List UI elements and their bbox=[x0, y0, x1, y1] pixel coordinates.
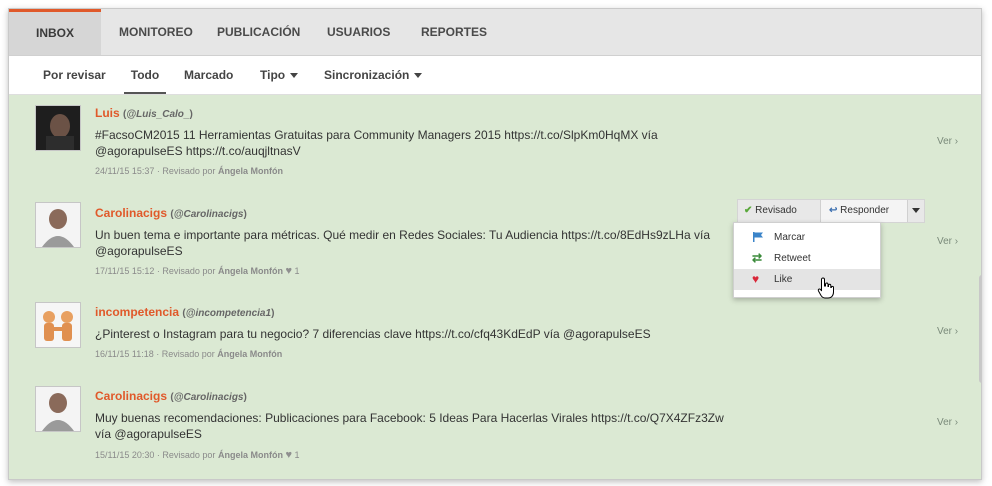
avatar[interactable] bbox=[35, 202, 81, 248]
filter-marcado[interactable]: Marcado bbox=[184, 56, 233, 94]
author-name[interactable]: Luis bbox=[95, 106, 120, 120]
filter-todo[interactable]: Todo bbox=[124, 56, 166, 94]
ver-link[interactable]: Ver › bbox=[937, 326, 958, 337]
author-name[interactable]: incompetencia bbox=[95, 305, 179, 319]
menu-item-like[interactable]: ♥ Like bbox=[734, 269, 880, 290]
chevron-right-icon: › bbox=[954, 326, 959, 337]
author-handle: (@Carolinacigs) bbox=[170, 209, 247, 220]
flag-icon bbox=[752, 227, 764, 248]
chevron-right-icon: › bbox=[954, 236, 959, 247]
message-meta: 24/11/15 15:37 · Revisado por Ángela Mon… bbox=[95, 166, 283, 176]
app-frame: INBOX MONITOREO PUBLICACIÓN USUARIOS REP… bbox=[8, 8, 982, 480]
avatar[interactable] bbox=[35, 386, 81, 432]
sub-navigation: Por revisar Todo Marcado Tipo Sincroniza… bbox=[9, 56, 981, 95]
more-actions-dropdown[interactable] bbox=[912, 200, 920, 222]
hand-cursor-icon bbox=[817, 277, 835, 304]
message-text: #FacsoCM2015 11 Herramientas Gratuitas p… bbox=[95, 128, 658, 158]
ver-link[interactable]: Ver › bbox=[937, 417, 958, 428]
message-text: ¿Pinterest o Instagram para tu negocio? … bbox=[95, 327, 651, 341]
message-text: Un buen tema e importante para métricas.… bbox=[95, 228, 710, 258]
tab-publicacion[interactable]: PUBLICACIÓN bbox=[217, 9, 300, 55]
responder-button[interactable]: ↩ Responder bbox=[820, 200, 908, 222]
chevron-down-icon bbox=[290, 73, 299, 79]
revisado-button[interactable]: ✔ Revisado bbox=[744, 200, 797, 222]
avatar[interactable] bbox=[35, 302, 81, 348]
heart-icon: ♥ bbox=[752, 272, 760, 286]
scrollbar[interactable] bbox=[979, 275, 981, 383]
filter-sincronizacion-label: Sincronización bbox=[324, 68, 410, 82]
filter-por-revisar[interactable]: Por revisar bbox=[43, 56, 106, 94]
menu-item-retweet[interactable]: ⇄ Retweet bbox=[734, 248, 880, 269]
author-name[interactable]: Carolinacigs bbox=[95, 206, 167, 220]
author-name[interactable]: Carolinacigs bbox=[95, 389, 167, 403]
filter-tipo[interactable]: Tipo bbox=[260, 56, 299, 94]
message-text: Muy buenas recomendaciones: Publicacione… bbox=[95, 411, 724, 441]
menu-item-marcar[interactable]: Marcar bbox=[734, 227, 880, 248]
chevron-right-icon: › bbox=[954, 417, 959, 428]
top-navigation: INBOX MONITOREO PUBLICACIÓN USUARIOS REP… bbox=[9, 9, 981, 56]
ver-link[interactable]: Ver › bbox=[937, 136, 958, 147]
check-icon: ✔ bbox=[744, 205, 753, 216]
actions-menu: Marcar ⇄ Retweet ♥ Like bbox=[733, 222, 881, 298]
message-meta: 15/11/15 20:30 · Revisado por Ángela Mon… bbox=[95, 449, 300, 461]
tab-monitoreo[interactable]: MONITOREO bbox=[119, 9, 193, 55]
ver-link[interactable]: Ver › bbox=[937, 236, 958, 247]
author-handle: (@Carolinacigs) bbox=[170, 392, 247, 403]
heart-icon: ♥ bbox=[285, 449, 292, 461]
tab-reportes[interactable]: REPORTES bbox=[421, 9, 487, 55]
like-count: 1 bbox=[294, 266, 300, 276]
tab-usuarios[interactable]: USUARIOS bbox=[327, 9, 390, 55]
chevron-down-icon bbox=[912, 207, 920, 213]
like-count: 1 bbox=[294, 450, 300, 460]
chevron-right-icon: › bbox=[954, 136, 959, 147]
chevron-down-icon bbox=[414, 73, 423, 79]
avatar[interactable] bbox=[35, 105, 81, 151]
filter-tipo-label: Tipo bbox=[260, 68, 286, 82]
reply-icon: ↩ bbox=[829, 205, 838, 216]
tab-inbox[interactable]: INBOX bbox=[9, 9, 101, 55]
message-action-bar: ✔ Revisado ↩ Responder bbox=[737, 199, 925, 223]
filter-sincronizacion[interactable]: Sincronización bbox=[324, 56, 423, 94]
author-handle: (@Luis_Calo_) bbox=[123, 109, 193, 120]
message-meta: 16/11/15 11:18 · Revisado por Ángela Mon… bbox=[95, 349, 283, 359]
author-handle: (@incompetencia1) bbox=[182, 308, 275, 319]
message-meta: 17/11/15 15:12 · Revisado por Ángela Mon… bbox=[95, 265, 300, 277]
heart-icon: ♥ bbox=[285, 265, 292, 277]
retweet-icon: ⇄ bbox=[752, 251, 763, 265]
